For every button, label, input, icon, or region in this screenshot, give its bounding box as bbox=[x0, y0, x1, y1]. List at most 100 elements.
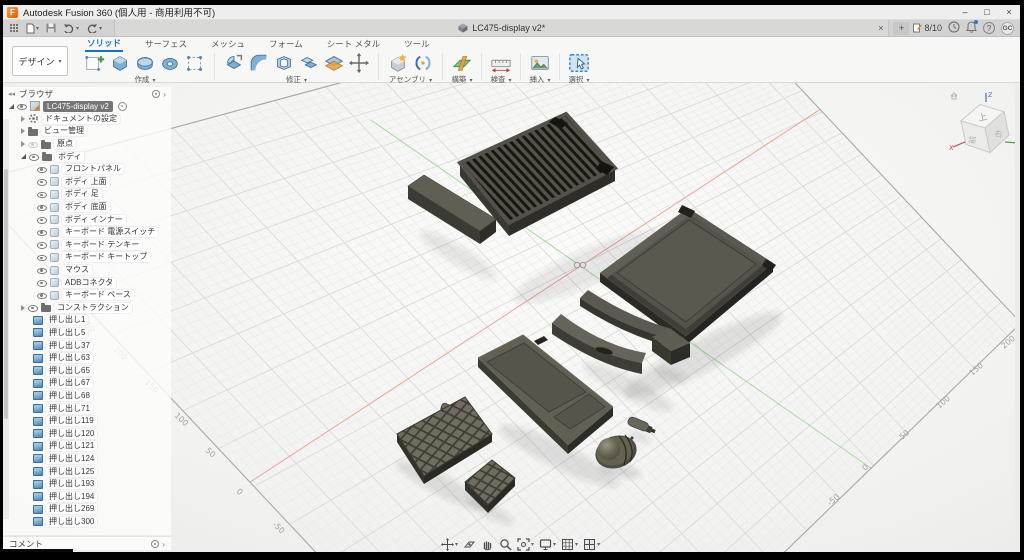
close-button[interactable]: × bbox=[998, 5, 1020, 20]
grid-snap-icon[interactable]: ▾ bbox=[561, 538, 578, 551]
tree-feature-row[interactable]: 押し出し121 bbox=[3, 440, 171, 453]
help-icon[interactable]: ? bbox=[983, 22, 995, 34]
redo-icon[interactable]: ▾ bbox=[86, 23, 102, 33]
tree-feature-row[interactable]: 押し出し65 bbox=[3, 364, 171, 377]
combine-icon[interactable] bbox=[297, 51, 321, 75]
tree-item-document-settings[interactable]: ドキュメントの設定 bbox=[3, 113, 171, 126]
primitive-box-icon[interactable] bbox=[183, 51, 207, 75]
tree-feature-row[interactable]: 押し出し300 bbox=[3, 516, 171, 529]
undo-icon[interactable]: ▾ bbox=[63, 23, 79, 33]
tree-item-origin[interactable]: 原点 bbox=[3, 138, 171, 151]
tree-body-row[interactable]: ボディ 足 bbox=[3, 188, 171, 201]
tree-feature-row[interactable]: 押し出し193 bbox=[3, 478, 171, 491]
tree-feature-row[interactable]: 押し出し68 bbox=[3, 390, 171, 403]
new-component-icon[interactable] bbox=[386, 51, 410, 75]
activate-component-radio[interactable] bbox=[118, 102, 127, 111]
tree-item-view-management[interactable]: ビュー管理 bbox=[3, 125, 171, 138]
tree-body-row[interactable]: ボディ 上面 bbox=[3, 176, 171, 189]
tree-body-row[interactable]: キーボード キートップ bbox=[3, 251, 171, 264]
browser-scrollbar[interactable] bbox=[3, 119, 9, 519]
group-label-create[interactable]: 作成 ▾ bbox=[83, 74, 207, 85]
tab-close-icon[interactable]: × bbox=[878, 23, 883, 33]
comments-bar[interactable]: コメント › bbox=[3, 536, 171, 550]
move-copy-icon[interactable] bbox=[347, 51, 371, 75]
save-icon[interactable] bbox=[46, 23, 56, 33]
extrude-feature-icon bbox=[33, 505, 43, 514]
tree-body-row[interactable]: キーボード ベース bbox=[3, 289, 171, 302]
tree-body-row[interactable]: キーボード 電源スイッチ bbox=[3, 226, 171, 239]
workspace-selector[interactable]: デザイン▾ bbox=[12, 46, 68, 76]
tab-form[interactable]: フォーム bbox=[267, 37, 305, 51]
tree-body-row[interactable]: マウス bbox=[3, 264, 171, 277]
select-icon[interactable] bbox=[567, 51, 591, 75]
display-settings-icon[interactable]: ▾ bbox=[539, 538, 556, 551]
fillet-icon[interactable] bbox=[247, 51, 271, 75]
fit-view-icon[interactable]: ▾ bbox=[517, 538, 534, 551]
construction-plane-icon[interactable] bbox=[450, 51, 474, 75]
maximize-button[interactable]: □ bbox=[976, 5, 998, 20]
document-counter-badge[interactable]: 8/10 bbox=[913, 23, 942, 33]
viewports-icon[interactable]: ▾ bbox=[583, 538, 600, 551]
extrude-feature-icon bbox=[33, 316, 43, 325]
group-label-insert[interactable]: 挿入 ▾ bbox=[528, 74, 552, 85]
tree-body-row[interactable]: ボディ インナー bbox=[3, 213, 171, 226]
app-grid-icon[interactable] bbox=[9, 23, 19, 33]
tree-feature-row[interactable]: 押し出し125 bbox=[3, 465, 171, 478]
tab-surface[interactable]: サーフェス bbox=[143, 37, 189, 51]
job-status-icon[interactable] bbox=[948, 21, 960, 35]
tree-body-row[interactable]: フロントパネル bbox=[3, 163, 171, 176]
tree-body-row[interactable]: ADBコネクタ bbox=[3, 276, 171, 289]
group-label-select[interactable]: 選択 ▾ bbox=[567, 74, 591, 85]
tree-feature-row[interactable]: 押し出し119 bbox=[3, 415, 171, 428]
group-label-assemble[interactable]: アセンブリ ▾ bbox=[386, 74, 435, 85]
group-label-inspect[interactable]: 検査 ▾ bbox=[489, 74, 513, 85]
tree-feature-row[interactable]: 押し出し124 bbox=[3, 453, 171, 466]
tree-body-row[interactable]: ボディ 底面 bbox=[3, 201, 171, 214]
tree-feature-row[interactable]: 押し出し5 bbox=[3, 327, 171, 340]
tab-mesh[interactable]: メッシュ bbox=[209, 37, 247, 51]
orbit-icon[interactable]: ▾ bbox=[441, 538, 458, 551]
split-body-icon[interactable] bbox=[322, 51, 346, 75]
group-label-construct[interactable]: 構築 ▾ bbox=[450, 74, 474, 85]
tree-item-bodies-folder[interactable]: ボディ bbox=[3, 150, 171, 163]
view-cube[interactable]: 上 前 右 X Y Z bbox=[945, 90, 1020, 162]
shell-icon[interactable] bbox=[272, 51, 296, 75]
tree-root[interactable]: LC475-display v2 bbox=[3, 100, 171, 113]
new-tab-button[interactable]: + bbox=[893, 22, 909, 35]
tree-feature-row[interactable]: 押し出し71 bbox=[3, 402, 171, 415]
press-pull-icon[interactable] bbox=[222, 51, 246, 75]
tab-tools[interactable]: ツール bbox=[402, 37, 432, 51]
revolve-icon[interactable] bbox=[133, 51, 157, 75]
extrude-icon[interactable] bbox=[108, 51, 132, 75]
tree-feature-row[interactable]: 押し出し269 bbox=[3, 503, 171, 516]
comments-expand-icon[interactable]: › bbox=[162, 539, 165, 549]
sweep-icon[interactable] bbox=[158, 51, 182, 75]
user-avatar[interactable]: GC bbox=[1001, 22, 1014, 35]
browser-header[interactable]: ◂◂ ブラウザ › bbox=[3, 87, 171, 100]
joint-icon[interactable] bbox=[411, 51, 435, 75]
tree-feature-row[interactable]: 押し出し120 bbox=[3, 427, 171, 440]
document-tab[interactable]: LC475-display v2* × bbox=[114, 20, 889, 36]
browser-collapse-icon[interactable]: › bbox=[163, 89, 166, 99]
pan-icon[interactable] bbox=[481, 538, 494, 551]
tree-feature-row[interactable]: 押し出し37 bbox=[3, 339, 171, 352]
create-sketch-icon[interactable] bbox=[83, 51, 107, 75]
tab-solid[interactable]: ソリッド bbox=[85, 36, 123, 52]
browser-filter-icon[interactable] bbox=[152, 90, 160, 98]
group-label-modify[interactable]: 修正 ▾ bbox=[222, 74, 371, 85]
tree-feature-row[interactable]: 押し出し1 bbox=[3, 314, 171, 327]
tree-item-construction-folder[interactable]: コンストラクション bbox=[3, 302, 171, 315]
tree-feature-row[interactable]: 押し出し67 bbox=[3, 377, 171, 390]
minimize-button[interactable]: – bbox=[954, 5, 976, 20]
tab-sheetmetal[interactable]: シート メタル bbox=[325, 37, 382, 51]
viewcube-front-face[interactable]: 前 bbox=[967, 135, 978, 144]
tree-feature-row[interactable]: 押し出し63 bbox=[3, 352, 171, 365]
tree-body-row[interactable]: キーボード テンキー bbox=[3, 239, 171, 252]
notifications-bell-icon[interactable] bbox=[966, 21, 977, 35]
measure-icon[interactable] bbox=[489, 51, 513, 75]
file-menu-icon[interactable]: ▾ bbox=[26, 23, 39, 34]
zoom-icon[interactable] bbox=[499, 538, 512, 551]
tree-feature-row[interactable]: 押し出し194 bbox=[3, 490, 171, 503]
insert-canvas-icon[interactable] bbox=[528, 51, 552, 75]
look-at-icon[interactable] bbox=[463, 538, 476, 551]
